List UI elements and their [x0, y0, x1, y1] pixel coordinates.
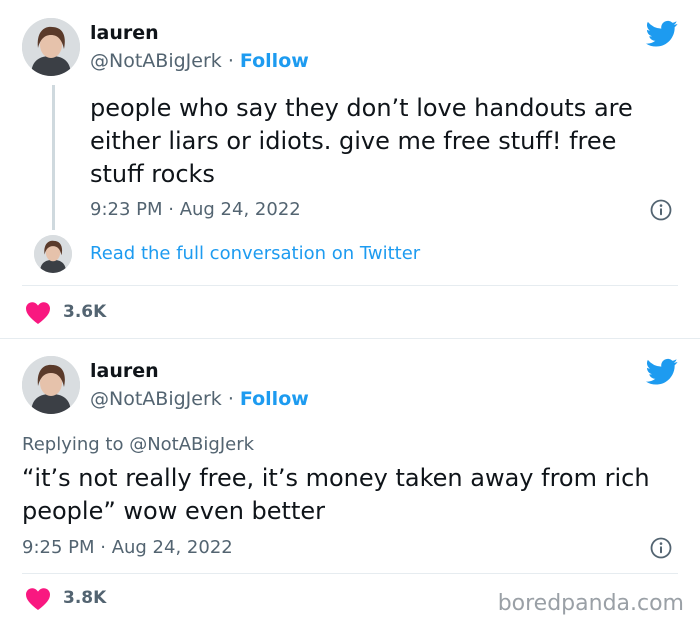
author-name[interactable]: lauren — [90, 22, 159, 44]
heart-icon[interactable] — [25, 587, 51, 611]
avatar[interactable] — [22, 356, 80, 414]
author-handle-line: @NotABigJerk · Follow — [90, 388, 309, 410]
like-count[interactable]: 3.8K — [63, 588, 106, 608]
author-name[interactable]: lauren — [90, 360, 159, 382]
divider — [22, 573, 678, 574]
tweet-card-2: lauren @NotABigJerk · Follow Replying to… — [0, 339, 700, 626]
heart-icon[interactable] — [25, 301, 51, 325]
avatar-small[interactable] — [34, 235, 72, 273]
separator-dot: · — [221, 388, 240, 410]
read-conversation-link[interactable]: Read the full conversation on Twitter — [90, 243, 420, 264]
tweet-card-1: lauren @NotABigJerk · Follow people who … — [0, 0, 700, 338]
twitter-bird-icon[interactable] — [646, 20, 678, 48]
tweet-text: “it’s not really free, it’s money taken … — [22, 464, 650, 525]
author-handle[interactable]: @NotABigJerk — [90, 50, 222, 72]
follow-button[interactable]: Follow — [240, 388, 309, 410]
replying-mention[interactable]: @NotABigJerk — [129, 434, 254, 455]
replying-to-line: Replying to @NotABigJerk — [22, 434, 254, 455]
follow-button[interactable]: Follow — [240, 50, 309, 72]
replying-prefix: Replying to — [22, 434, 130, 455]
watermark: boredpanda.com — [497, 591, 684, 616]
separator-dot: · — [221, 50, 240, 72]
thread-line — [52, 85, 55, 230]
tweet-timestamp[interactable]: 9:23 PM · Aug 24, 2022 — [90, 199, 301, 220]
like-count[interactable]: 3.6K — [63, 302, 106, 322]
tweet-text: people who say they don’t love handouts … — [90, 94, 633, 188]
twitter-bird-icon[interactable] — [646, 358, 678, 386]
avatar[interactable] — [22, 18, 80, 76]
tweet-timestamp[interactable]: 9:25 PM · Aug 24, 2022 — [22, 537, 233, 558]
author-handle[interactable]: @NotABigJerk — [90, 388, 222, 410]
info-icon[interactable] — [650, 537, 672, 559]
author-handle-line: @NotABigJerk · Follow — [90, 50, 309, 72]
divider — [22, 285, 678, 286]
info-icon[interactable] — [650, 199, 672, 221]
